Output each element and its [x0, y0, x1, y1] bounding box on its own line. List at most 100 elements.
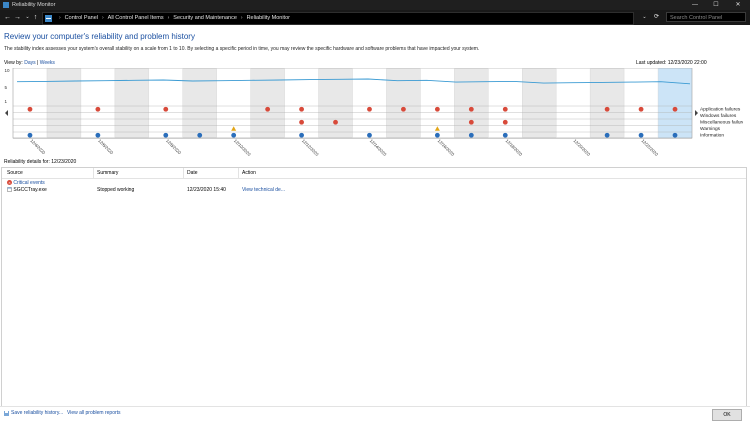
- error-icon: [672, 106, 678, 112]
- date-tick-label: 12/8/2020: [165, 138, 182, 155]
- close-button[interactable]: ✕: [728, 0, 748, 10]
- page-title: Review your computer's reliability and p…: [4, 32, 195, 41]
- reliability-details-panel: Source Summary Date Action × Critical ev…: [1, 167, 747, 408]
- date-tick-label: 12/4/2020: [29, 138, 46, 155]
- error-icon: [434, 106, 440, 112]
- warning-icon: [231, 126, 237, 131]
- control-panel-icon: [45, 15, 52, 22]
- view-separator: |: [37, 60, 39, 66]
- address-bar: ← → ⌄ ↑ › Control Panel › All Control Panel…: [0, 10, 750, 25]
- y-axis-tick: 5: [5, 85, 8, 90]
- refresh-button[interactable]: ⟳: [652, 12, 661, 23]
- date-tick-label: 12/12/2020: [301, 138, 320, 157]
- minimize-button[interactable]: —: [685, 0, 705, 10]
- error-icon: [367, 106, 372, 112]
- breadcrumb-control-panel[interactable]: Control Panel: [65, 15, 98, 21]
- column-action[interactable]: Action: [242, 170, 256, 176]
- view-by: View by: Days | Weeks: [4, 60, 55, 66]
- weekend-band: [386, 68, 421, 138]
- information-icon: [197, 132, 203, 138]
- weekend-band: [250, 68, 285, 138]
- weekend-band: [522, 68, 557, 138]
- error-icon: [502, 106, 508, 112]
- search-input[interactable]: Search Control Panel: [666, 12, 746, 22]
- application-icon: [7, 187, 12, 192]
- date-tick-label: 12/20/2020: [572, 138, 591, 157]
- date-tick-label: 12/18/2020: [505, 138, 524, 157]
- weekend-band: [454, 68, 489, 138]
- view-weeks-link[interactable]: Weeks: [40, 60, 55, 66]
- breadcrumb-all-items[interactable]: All Control Panel Items: [108, 15, 164, 21]
- column-source[interactable]: Source: [7, 170, 23, 176]
- date-tick-label: 12/6/2020: [97, 138, 114, 155]
- information-icon: [434, 132, 440, 138]
- breadcrumb-reliability-monitor[interactable]: Reliability Monitor: [247, 15, 290, 21]
- information-icon: [638, 132, 644, 138]
- error-icon: [604, 106, 610, 112]
- information-icon: [672, 132, 678, 138]
- main-content: Review your computer's reliability and p…: [0, 25, 750, 423]
- address-dropdown-icon[interactable]: ⌄: [640, 12, 649, 23]
- event-row-label: Warnings: [700, 126, 721, 132]
- maximize-button[interactable]: ☐: [706, 0, 726, 10]
- information-icon: [604, 132, 610, 138]
- group-label: Critical events: [13, 180, 45, 186]
- y-axis-tick: 1: [5, 99, 8, 104]
- weekend-band: [182, 68, 217, 138]
- ok-button[interactable]: OK: [712, 409, 742, 421]
- view-by-label: View by:: [4, 60, 23, 66]
- error-icon: [468, 119, 474, 125]
- view-all-problem-reports-link[interactable]: View all problem reports: [67, 410, 121, 416]
- event-source[interactable]: SGCCTray.exe: [7, 187, 47, 193]
- event-source-text: SGCCTray.exe: [13, 187, 47, 193]
- breadcrumb-separator-icon: ›: [167, 15, 170, 21]
- date-tick-label: 12/22/2020: [640, 138, 659, 157]
- breadcrumb-separator-icon: ›: [59, 15, 61, 21]
- information-icon: [231, 132, 237, 138]
- window-title: Reliability Monitor: [12, 2, 56, 8]
- column-summary[interactable]: Summary: [97, 170, 118, 176]
- view-days-link[interactable]: Days: [24, 60, 35, 66]
- warning-icon: [434, 126, 440, 131]
- last-updated: Last updated: 12/23/2020 22:00: [636, 60, 707, 66]
- error-icon: [638, 106, 644, 112]
- up-button[interactable]: ↑: [31, 12, 40, 23]
- scroll-right-icon: [695, 110, 698, 116]
- view-technical-details-link[interactable]: View technical de...: [242, 187, 285, 193]
- reliability-chart[interactable]: 10 5 1 Application failuresWindows failures…: [4, 68, 743, 158]
- back-button[interactable]: ←: [3, 12, 12, 23]
- error-icon: [299, 106, 304, 112]
- y-axis-tick: 10: [5, 68, 11, 73]
- column-divider[interactable]: [183, 168, 184, 178]
- event-row-label: Application failures: [700, 107, 741, 113]
- information-icon: [95, 132, 101, 138]
- weekend-band: [46, 68, 81, 138]
- reliability-app-icon: [3, 2, 9, 8]
- title-bar: Reliability Monitor — ☐ ✕: [0, 0, 750, 10]
- error-icon: [401, 106, 406, 112]
- selected-day-column: [658, 68, 692, 138]
- column-divider[interactable]: [238, 168, 239, 178]
- scroll-left-icon: [5, 110, 8, 116]
- information-icon: [299, 132, 304, 138]
- save-reliability-history-link[interactable]: Save reliability history...: [11, 410, 63, 416]
- group-critical-events[interactable]: × Critical events: [7, 180, 45, 186]
- error-icon: [502, 119, 508, 125]
- weekend-band: [114, 68, 149, 138]
- event-date: 12/23/2020 15:40: [187, 187, 226, 193]
- error-icon: [95, 106, 101, 112]
- breadcrumb-separator-icon: ›: [240, 15, 243, 21]
- error-icon: [163, 106, 169, 112]
- forward-button[interactable]: →: [13, 12, 22, 23]
- event-row-label: Windows failures: [700, 113, 737, 119]
- breadcrumb-security-maintenance[interactable]: Security and Maintenance: [173, 15, 237, 21]
- save-icon: [4, 411, 9, 416]
- information-icon: [502, 132, 508, 138]
- footer-bar: Save reliability history... View all pro…: [0, 406, 750, 423]
- information-icon: [27, 132, 33, 138]
- column-date[interactable]: Date: [187, 170, 198, 176]
- column-divider[interactable]: [93, 168, 94, 178]
- header-divider: [2, 178, 746, 179]
- error-icon: [468, 106, 474, 112]
- event-row-label: Information: [700, 133, 724, 139]
